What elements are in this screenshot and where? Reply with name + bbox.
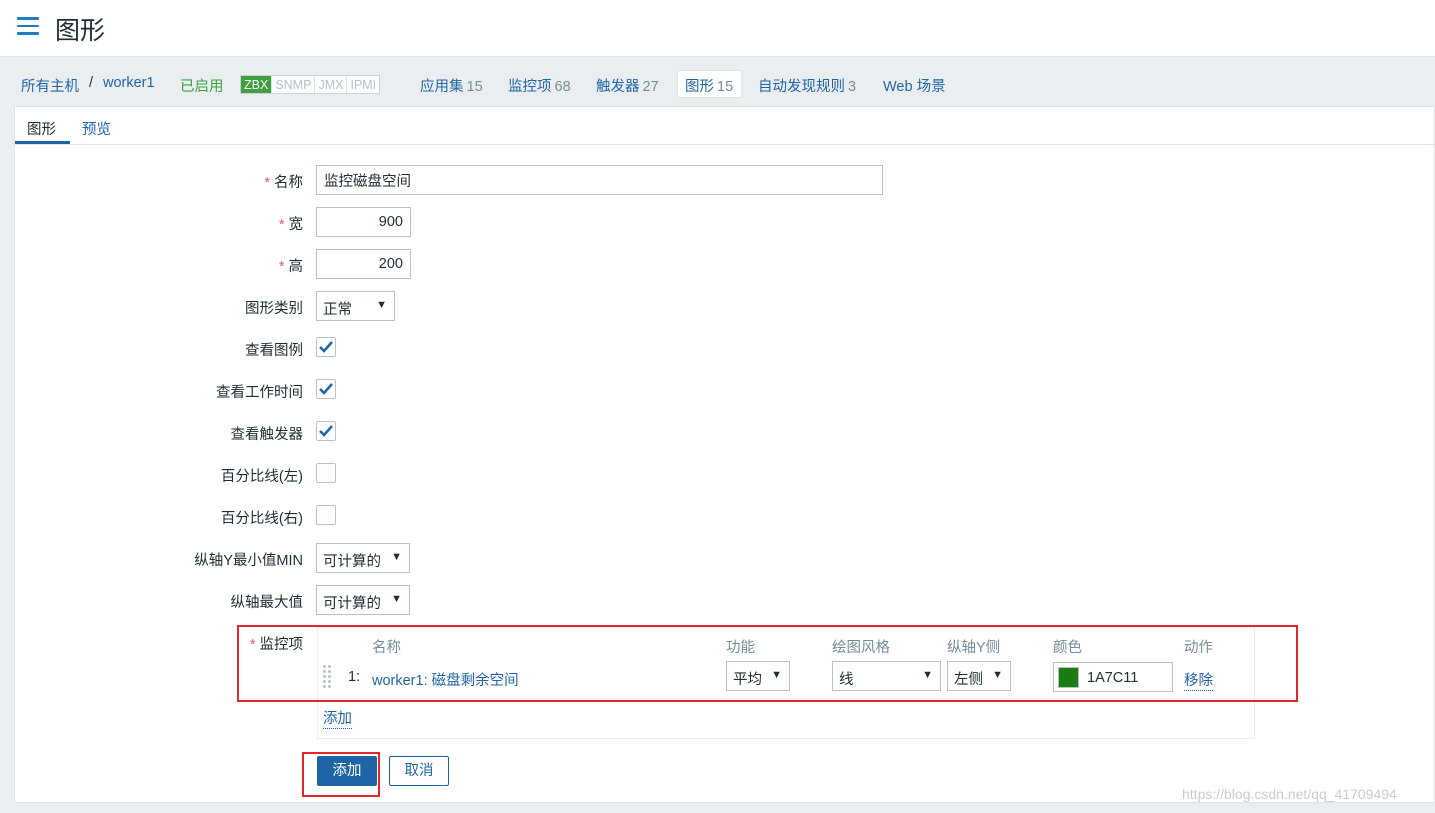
- dropdown-arrow-icon: ▼: [391, 593, 402, 605]
- host-status[interactable]: 已启用: [180, 75, 224, 96]
- percentile-right-label: 百分比线(右): [220, 511, 303, 527]
- graph-type-label: 图形类别: [245, 301, 303, 317]
- nav-triggers[interactable]: 触发器 27: [596, 75, 659, 96]
- nav-graphs[interactable]: 图形 15: [685, 75, 733, 96]
- nav-items[interactable]: 监控项 68: [508, 75, 571, 96]
- jmx-badge: JMX: [315, 76, 348, 93]
- graph-type-select[interactable]: 正常 ▼: [316, 291, 395, 321]
- y-max-select[interactable]: 可计算的 ▼: [316, 585, 410, 615]
- add-button-highlight-box: [302, 752, 380, 797]
- height-input[interactable]: [316, 249, 411, 279]
- zbx-badge: ZBX: [241, 76, 273, 93]
- snmp-badge: SNMP: [272, 76, 316, 93]
- width-input[interactable]: [316, 207, 411, 237]
- breadcrumb-separator: /: [89, 75, 94, 91]
- y-min-select[interactable]: 可计算的 ▼: [316, 543, 410, 573]
- percentile-left-label: 百分比线(左): [220, 469, 303, 485]
- form-tabs: 图形 预览: [15, 107, 1434, 145]
- checkmark-icon: [319, 341, 333, 353]
- dropdown-arrow-icon: ▼: [391, 551, 402, 563]
- nav-discovery-rules[interactable]: 自动发现规则 3: [758, 75, 856, 96]
- checkmark-icon: [319, 383, 333, 395]
- hamburger-menu-icon[interactable]: [17, 17, 39, 35]
- show-working-time-label: 查看工作时间: [216, 385, 303, 401]
- show-legend-checkbox[interactable]: [316, 337, 336, 357]
- tab-graph[interactable]: 图形: [27, 118, 56, 139]
- dropdown-arrow-icon: ▼: [376, 299, 387, 311]
- page-title: 图形: [55, 17, 106, 45]
- height-label: * 高: [278, 259, 303, 275]
- tab-preview[interactable]: 预览: [82, 118, 111, 139]
- width-label: * 宽: [278, 217, 303, 233]
- show-legend-label: 查看图例: [245, 343, 303, 359]
- breadcrumb-all-hosts[interactable]: 所有主机: [21, 75, 79, 96]
- y-max-label: 纵轴最大值: [230, 595, 304, 611]
- name-label: * 名称: [264, 175, 303, 191]
- breadcrumb-host[interactable]: worker1: [103, 75, 155, 91]
- ipmi-badge: IPMI: [350, 78, 377, 92]
- active-tab-indicator: [15, 141, 70, 144]
- items-highlight-box: [237, 625, 1298, 702]
- cancel-button[interactable]: 取消: [389, 756, 449, 786]
- show-triggers-checkbox[interactable]: [316, 421, 336, 441]
- show-triggers-label: 查看触发器: [230, 427, 304, 443]
- show-working-time-checkbox[interactable]: [316, 379, 336, 399]
- name-input[interactable]: [316, 165, 883, 195]
- availability-badges: ZBX SNMP JMX IPMI: [240, 75, 381, 94]
- watermark: https://blog.csdn.net/qq_41709494: [1182, 786, 1397, 802]
- percentile-left-checkbox[interactable]: [316, 463, 336, 483]
- percentile-right-checkbox[interactable]: [316, 505, 336, 525]
- nav-applications[interactable]: 应用集 15: [420, 75, 483, 96]
- checkmark-icon: [319, 425, 333, 437]
- top-header: 图形: [0, 0, 1435, 57]
- nav-web-scenarios[interactable]: Web 场景: [883, 75, 946, 96]
- add-item-link[interactable]: 添加: [323, 707, 352, 729]
- y-min-label: 纵轴Y最小值MIN: [194, 553, 303, 569]
